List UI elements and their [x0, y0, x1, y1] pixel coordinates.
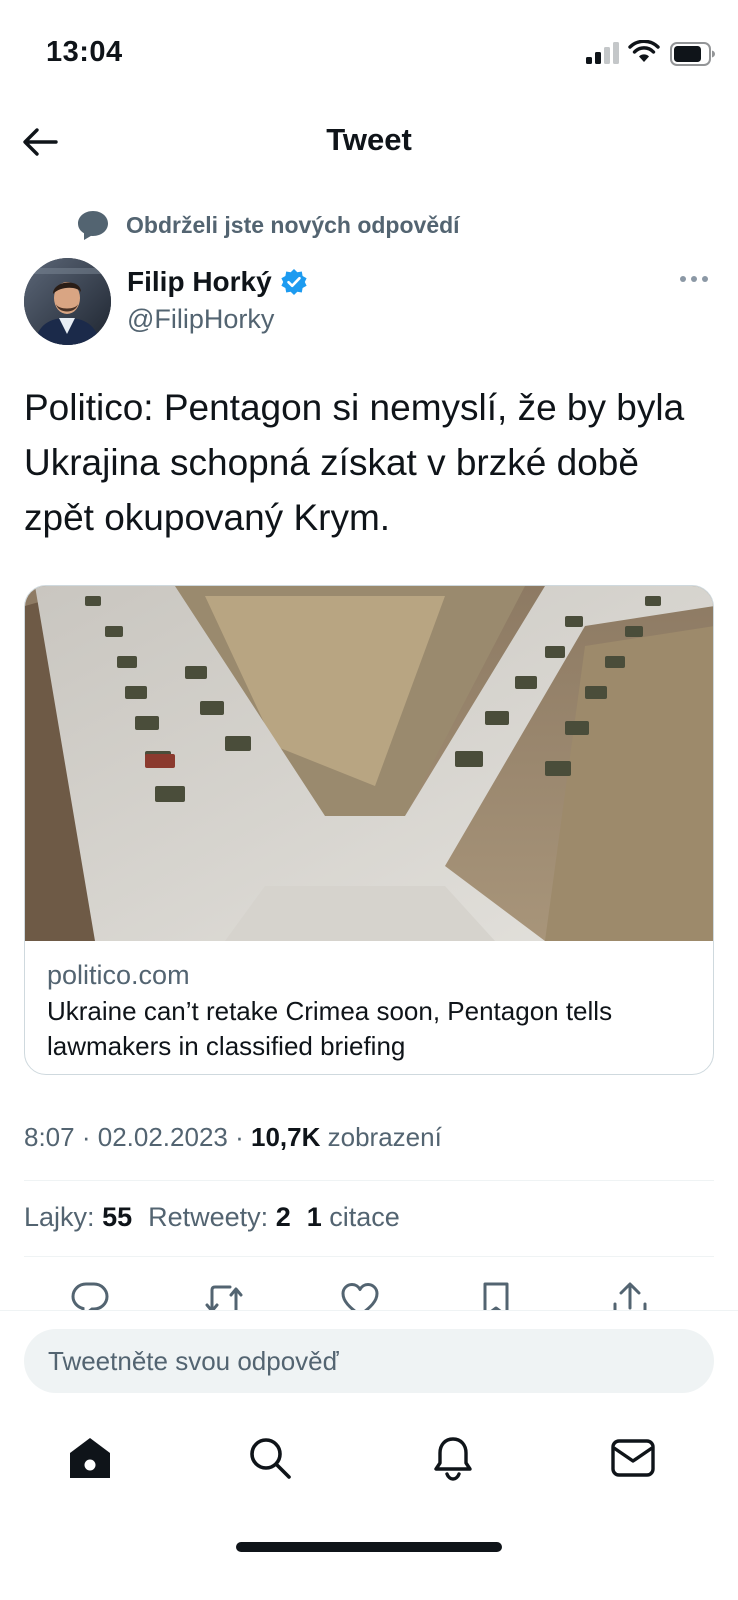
retweets-label: Retweety: — [148, 1202, 269, 1232]
home-icon — [70, 1438, 110, 1478]
retweets-count: 2 — [275, 1202, 291, 1232]
tweet-time: 8:07 — [24, 1122, 75, 1152]
more-options-button[interactable] — [674, 264, 714, 294]
search-icon — [250, 1438, 291, 1479]
retweets-stat[interactable]: Retweety: 2 — [148, 1202, 291, 1233]
divider — [24, 1256, 714, 1257]
author-name[interactable]: Filip Horký — [127, 266, 272, 298]
author-handle[interactable]: @FilipHorky — [127, 304, 274, 335]
tweet-actions — [24, 1270, 714, 1310]
quotes-label: citace — [329, 1202, 400, 1232]
tweet-text: Politico: Pentagon si nemyslí, že by byl… — [24, 387, 685, 538]
likes-stat[interactable]: Lajky: 55 — [24, 1202, 132, 1233]
tab-home[interactable] — [62, 1430, 118, 1486]
views-count: 10,7K — [251, 1122, 321, 1152]
verified-badge-icon — [281, 269, 307, 295]
link-card[interactable]: politico.com Ukraine can’t retake Crimea… — [24, 585, 714, 1075]
tab-messages[interactable] — [605, 1430, 661, 1486]
messages-icon — [611, 1439, 655, 1477]
tweet-header: Tweet — [0, 100, 738, 184]
notice-text: Obdrželi jste nových odpovědí — [126, 211, 460, 238]
speech-bubble-icon — [78, 211, 108, 240]
like-icon[interactable] — [340, 1280, 380, 1310]
author-name-row: Filip Horký — [127, 266, 308, 298]
retweet-icon[interactable] — [204, 1280, 244, 1310]
tweet-date: 02.02.2023 — [97, 1122, 228, 1152]
reply-icon[interactable] — [70, 1280, 110, 1310]
card-image — [25, 586, 713, 941]
card-domain: politico.com — [47, 960, 190, 990]
likes-label: Lajky: — [24, 1202, 95, 1232]
notifications-icon — [434, 1437, 472, 1481]
divider — [24, 1180, 714, 1181]
page-title: Tweet — [326, 122, 412, 157]
card-title: Ukraine can’t retake Crimea soon, Pentag… — [47, 996, 613, 1061]
home-indicator — [236, 1542, 502, 1552]
meta-separator: · — [81, 1122, 98, 1152]
tab-notifications[interactable] — [425, 1430, 481, 1486]
tab-search[interactable] — [242, 1430, 298, 1486]
meta-separator: · — [235, 1122, 251, 1152]
bookmark-icon[interactable] — [476, 1280, 516, 1310]
reply-input[interactable] — [24, 1329, 714, 1393]
battery-icon — [670, 42, 715, 66]
status-bar: 13:04 — [0, 0, 738, 100]
views-label: zobrazení — [327, 1122, 442, 1152]
bottom-tab-bar — [0, 1410, 738, 1510]
reply-composer — [0, 1310, 738, 1410]
tweet-meta: 8:07 · 02.02.2023 · 10,7K zobrazení — [24, 1122, 442, 1153]
tweet-author: Filip Horký @FilipHorky — [24, 258, 714, 348]
quotes-count: 1 — [306, 1202, 322, 1232]
quotes-stat[interactable]: 1 citace — [307, 1202, 400, 1233]
tweet-stats: Lajky: 55 Retweety: 2 1 citace — [24, 1202, 400, 1233]
status-time: 13:04 — [46, 36, 123, 68]
avatar[interactable] — [24, 258, 111, 345]
more-dots-icon — [680, 276, 708, 282]
signal-icon — [586, 42, 619, 64]
likes-count: 55 — [102, 1202, 133, 1232]
new-replies-notice[interactable]: Obdrželi jste nových odpovědí — [76, 207, 460, 243]
wifi-icon — [628, 40, 660, 62]
share-icon[interactable] — [610, 1280, 650, 1310]
